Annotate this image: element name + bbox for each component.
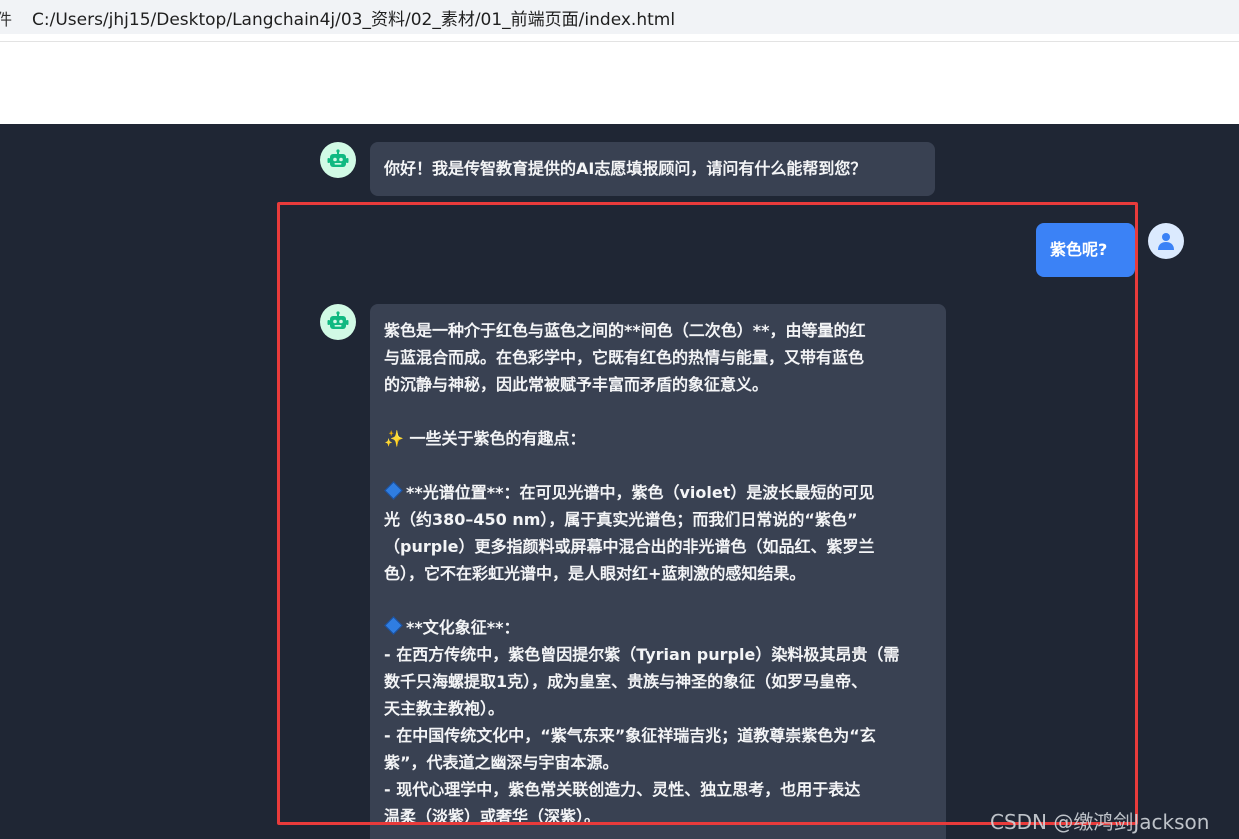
reply-line: 温柔（淡紫）或奢华（深紫）。 <box>384 807 601 826</box>
reply-line: - 现代心理学中，紫色常关联创造力、灵性、独立思考，也用于表达 <box>384 780 861 799</box>
user-avatar <box>1148 223 1184 259</box>
reply-line: 与蓝混合而成。在色彩学中，它既有红色的热情与能量，又带有蓝色 <box>384 348 865 367</box>
reply-point-line: **光谱位置**：在可见光谱中，紫色（violet）是波长最短的可见 <box>384 479 932 506</box>
user-message: 紫色呢? <box>1036 223 1135 277</box>
reply-line: - 在西方传统中，紫色曾因提尔紫（Tyrian purple）染料极其昂贵（需 <box>384 645 900 664</box>
reply-line: 数千只海螺提取1克），成为皇室、贵族与神圣的象征（如罗马皇帝、 <box>384 672 868 691</box>
reply-line: 的沉静与神秘，因此常被赋予丰富而矛盾的象征意义。 <box>384 375 769 394</box>
reply-heading-line: ✨ 一些关于紫色的有趣点： <box>384 425 932 452</box>
reply-line: 紫色是一种介于红色与蓝色之间的**间色（二次色）**，由等量的红 <box>384 321 866 340</box>
blue-diamond-icon <box>384 481 403 500</box>
reply-heading: 一些关于紫色的有趣点： <box>409 429 586 448</box>
reply-line: （purple）更多指颜料或屏幕中混合出的非光谱色（如品红、紫罗兰 <box>384 537 875 556</box>
bot-avatar <box>320 142 356 178</box>
reply-line: 光（约380–450 nm），属于真实光谱色；而我们日常说的“紫色” <box>384 510 858 529</box>
user-icon <box>1158 233 1174 250</box>
reply-line: 紫”，代表道之幽深与宇宙本源。 <box>384 753 619 772</box>
tab-prefix: 件 <box>0 10 13 29</box>
reply-point: **光谱位置**：在可见光谱中，紫色（violet）是波长最短的可见 <box>406 483 875 502</box>
watermark: CSDN @缴鸿剑Jackson <box>990 810 1210 834</box>
page-header-area <box>0 42 1239 124</box>
reply-line: - 在中国传统文化中，“紫气东来”象征祥瑞吉兆；道教尊崇紫色为“玄 <box>384 726 876 745</box>
blue-diamond-icon <box>384 616 403 635</box>
reply-blank-line <box>384 587 932 614</box>
robot-icon <box>327 149 349 167</box>
reply-blank-line <box>384 452 932 479</box>
reply-line: 天主教主教袍）。 <box>384 699 505 718</box>
sparkle-icon: ✨ <box>384 429 404 448</box>
chat-area[interactable]: 你好！我是传智教育提供的AI志愿填报顾问，请问有什么能帮到您？ 紫色呢? 紫色是… <box>0 124 1239 839</box>
reply-blank-line <box>384 398 932 425</box>
assistant-message-greeting: 你好！我是传智教育提供的AI志愿填报顾问，请问有什么能帮到您？ <box>370 142 935 196</box>
reply-point: **文化象征**： <box>406 618 520 637</box>
url-text[interactable]: C:/Users/jhj15/Desktop/Langchain4j/03_资料… <box>32 5 675 30</box>
robot-icon <box>327 311 349 329</box>
user-message-text: 紫色呢? <box>1050 240 1108 259</box>
address-bar[interactable]: 件 C:/Users/jhj15/Desktop/Langchain4j/03_… <box>0 0 1239 34</box>
bot-avatar <box>320 304 356 340</box>
greeting-text: 你好！我是传智教育提供的AI志愿填报顾问，请问有什么能帮到您？ <box>384 159 867 178</box>
assistant-message-reply: 紫色是一种介于红色与蓝色之间的**间色（二次色）**，由等量的红 与蓝混合而成。… <box>370 304 946 839</box>
reply-line: 色），它不在彩虹光谱中，是人眼对红+蓝刺激的感知结果。 <box>384 564 806 583</box>
reply-point-line: **文化象征**： <box>384 614 932 641</box>
